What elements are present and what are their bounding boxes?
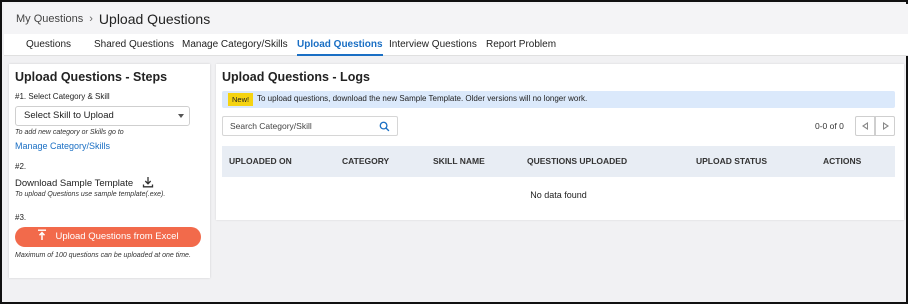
step-1-note: To add new category or Skills go to — [15, 129, 124, 136]
tab-upload-questions[interactable]: Upload Questions — [297, 34, 383, 56]
search-box — [222, 116, 398, 136]
breadcrumb-parent-link[interactable]: My Questions — [16, 13, 83, 25]
manage-category-skills-link[interactable]: Manage Category/Skills — [15, 141, 110, 151]
step-2-note: To upload Questions use sample template(… — [15, 191, 166, 198]
chevron-down-icon — [178, 114, 184, 118]
upload-questions-button[interactable]: Upload Questions from Excel — [15, 227, 201, 247]
tab-shared-questions[interactable]: Shared Questions — [94, 34, 174, 56]
column-header-upload-status: UPLOAD STATUS — [696, 156, 767, 166]
pagination-count: 0-0 of 0 — [815, 121, 844, 131]
step-1-label: #1. Select Category & Skill — [15, 92, 110, 101]
page-title: Upload Questions — [98, 11, 211, 27]
info-banner: New! To upload questions, download the n… — [222, 91, 895, 108]
chevron-left-icon — [862, 122, 868, 130]
column-header-uploaded-on: UPLOADED ON — [229, 156, 292, 166]
search-icon[interactable] — [379, 121, 390, 132]
download-sample-template-link[interactable]: Download Sample Template — [15, 178, 133, 189]
next-page-button[interactable] — [875, 116, 895, 136]
download-icon[interactable] — [142, 176, 154, 188]
tab-manage-category-skills[interactable]: Manage Category/Skills — [182, 34, 288, 56]
logs-panel-title: Upload Questions - Logs — [222, 70, 370, 84]
tab-interview-questions[interactable]: Interview Questions — [389, 34, 477, 56]
tab-questions[interactable]: Questions — [26, 34, 71, 56]
column-header-category: CATEGORY — [342, 156, 390, 166]
column-header-skill-name: SKILL NAME — [433, 156, 485, 166]
table-header: UPLOADED ON CATEGORY SKILL NAME QUESTION… — [222, 146, 895, 177]
upload-questions-button-label: Upload Questions from Excel — [55, 231, 179, 242]
empty-table-message: No data found — [530, 190, 587, 200]
banner-text: To upload questions, download the new Sa… — [257, 94, 588, 103]
logs-panel: Upload Questions - Logs New! To upload q… — [216, 64, 904, 220]
skill-select-value: Select Skill to Upload — [24, 110, 114, 121]
column-header-actions: ACTIONS — [823, 156, 862, 166]
step-3-note: Maximum of 100 questions can be uploaded… — [15, 252, 191, 259]
app-frame: My Questions › Upload Questions Question… — [0, 0, 908, 304]
steps-panel: Upload Questions - Steps #1. Select Cate… — [9, 64, 210, 278]
breadcrumb-separator: › — [89, 13, 93, 25]
column-header-questions-uploaded: QUESTIONS UPLOADED — [527, 156, 628, 166]
step-2-label: #2. — [15, 162, 27, 171]
steps-panel-title: Upload Questions - Steps — [15, 70, 168, 84]
tab-bar: Questions Shared Questions Manage Catego… — [4, 34, 908, 56]
upload-icon — [38, 229, 47, 240]
header-bar: My Questions › Upload Questions — [4, 4, 908, 34]
skill-select[interactable]: Select Skill to Upload — [15, 106, 190, 126]
search-input[interactable] — [224, 118, 374, 134]
tab-report-problem[interactable]: Report Problem — [486, 34, 556, 56]
new-badge: New! — [228, 93, 254, 106]
step-3-label: #3. — [15, 213, 27, 222]
chevron-right-icon — [883, 122, 889, 130]
previous-page-button[interactable] — [855, 116, 875, 136]
